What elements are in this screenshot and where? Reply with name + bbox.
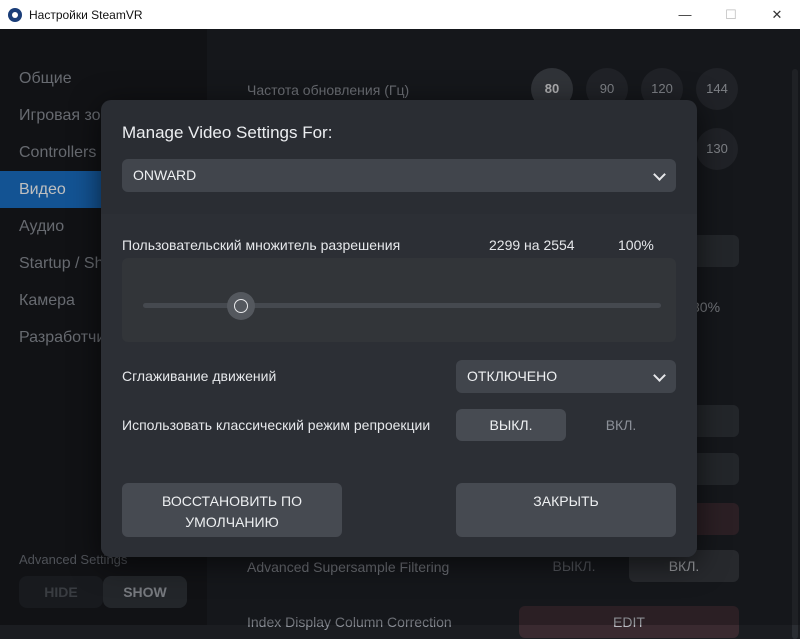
restore-defaults-button[interactable]: ВОССТАНОВИТЬ ПО УМОЛЧАНИЮ — [122, 483, 342, 537]
motion-smoothing-label: Сглаживание движений — [122, 368, 277, 384]
maximize-button[interactable]: ☐ — [708, 0, 754, 29]
reprojection-off-button[interactable]: ВЫКЛ. — [456, 409, 566, 441]
motion-smoothing-value: ОТКЛЮЧЕНО — [467, 368, 558, 384]
restore-defaults-label: ВОССТАНОВИТЬ ПО УМОЛЧАНИЮ — [162, 493, 302, 530]
resolution-slider-panel — [122, 258, 676, 342]
application-select-value: ONWARD — [133, 167, 197, 183]
window-title: Настройки SteamVR — [29, 7, 143, 22]
minimize-button[interactable]: — — [662, 0, 708, 29]
dialog-title: Manage Video Settings For: — [122, 123, 333, 142]
close-dialog-label: ЗАКРЫТЬ — [533, 493, 599, 509]
steamvr-icon — [8, 7, 22, 22]
legacy-reprojection-label: Использовать классический режим репроекц… — [122, 417, 431, 433]
resolution-slider-track[interactable] — [143, 303, 661, 308]
application-select[interactable]: ONWARD — [122, 159, 676, 192]
close-dialog-button[interactable]: ЗАКРЫТЬ — [456, 483, 676, 537]
window-controls: — ☐ ✕ — [662, 0, 800, 29]
chevron-down-icon — [653, 168, 666, 181]
chevron-down-icon — [653, 369, 666, 382]
close-window-button[interactable]: ✕ — [754, 0, 800, 29]
reprojection-on-button[interactable]: ВКЛ. — [566, 409, 676, 441]
title-bar: Настройки SteamVR — ☐ ✕ — [0, 0, 800, 29]
resolution-percent: 100% — [618, 237, 654, 253]
motion-smoothing-select[interactable]: ОТКЛЮЧЕНО — [456, 360, 676, 393]
resolution-value: 2299 на 2554 — [489, 237, 575, 253]
resolution-slider-handle[interactable] — [227, 292, 256, 320]
resolution-multiplier-label: Пользовательский множитель разрешения — [122, 237, 401, 253]
manage-video-settings-dialog: Manage Video Settings For: ONWARD Пользо… — [101, 100, 697, 557]
